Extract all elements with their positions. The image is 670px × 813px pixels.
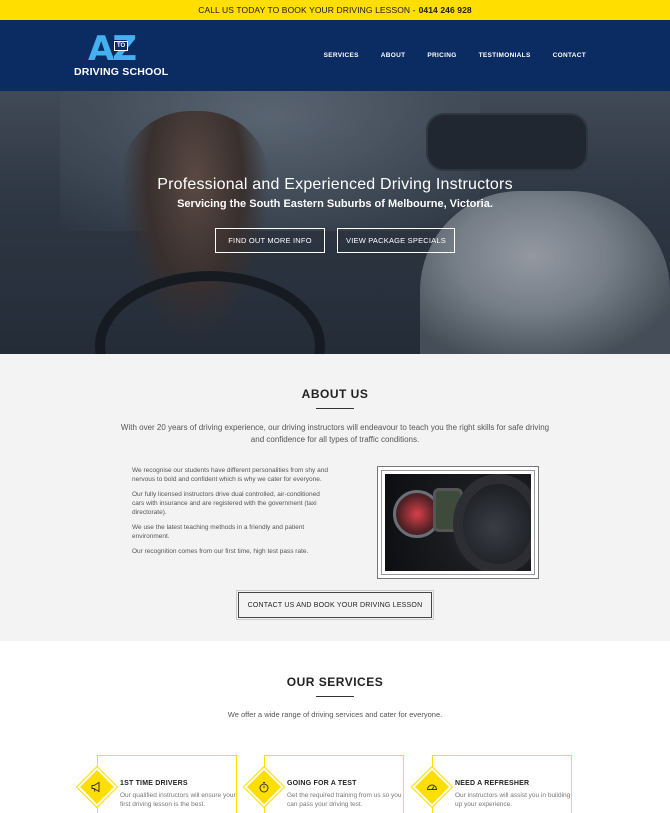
steering-wheel-image xyxy=(453,474,531,571)
hero-title: Professional and Experienced Driving Ins… xyxy=(157,176,513,193)
service-description: Our instructors will assist you in build… xyxy=(455,792,571,808)
hero-banner: Professional and Experienced Driving Ins… xyxy=(0,91,670,354)
service-card-first-time-drivers[interactable]: 1ST TIME DRIVERS Our qualified instructo… xyxy=(75,755,237,813)
view-package-specials-button[interactable]: VIEW PACKAGE SPECIALS xyxy=(337,228,455,253)
about-heading: ABOUT US xyxy=(301,387,369,401)
nav-menu: SERVICES ABOUT PRICING TESTIMONIALS CONT… xyxy=(324,20,586,91)
about-paragraph: We recognise our students have different… xyxy=(132,467,328,483)
service-card-need-refresher[interactable]: NEED A REFRESHER Our instructors will as… xyxy=(410,755,572,813)
hero-subtitle: Servicing the South Eastern Suburbs of M… xyxy=(177,198,493,210)
about-lead: With over 20 years of driving experience… xyxy=(120,423,550,444)
nav-contact[interactable]: CONTACT xyxy=(553,52,586,59)
service-description: Our qualified instructors will ensure yo… xyxy=(120,792,236,808)
services-section: OUR SERVICES We offer a wide range of dr… xyxy=(0,641,670,813)
about-divider xyxy=(316,408,354,409)
announcement-text: CALL US TODAY TO BOOK YOUR DRIVING LESSO… xyxy=(198,5,416,15)
services-heading: OUR SERVICES xyxy=(286,675,384,689)
nav-about[interactable]: ABOUT xyxy=(381,52,406,59)
phone-number-link[interactable]: 0414 246 928 xyxy=(419,5,472,15)
service-card-going-for-test[interactable]: GOING FOR A TEST Get the required traini… xyxy=(242,755,404,813)
megaphone-icon xyxy=(89,779,105,795)
service-title: 1ST TIME DRIVERS xyxy=(120,780,188,787)
logo-to-badge: TO xyxy=(114,41,129,51)
speedometer-icon xyxy=(424,779,440,795)
contact-book-lesson-button[interactable]: CONTACT US AND BOOK YOUR DRIVING LESSON xyxy=(236,590,434,620)
top-announcement-bar: CALL US TODAY TO BOOK YOUR DRIVING LESSO… xyxy=(0,0,670,20)
main-navigation: AZ TO DRIVING SCHOOL SERVICES ABOUT PRIC… xyxy=(0,20,670,91)
services-lead: We offer a wide range of driving service… xyxy=(227,710,443,719)
about-section: ABOUT US With over 20 years of driving e… xyxy=(0,354,670,641)
service-title: GOING FOR A TEST xyxy=(287,780,357,787)
services-divider xyxy=(316,696,354,697)
site-logo[interactable]: AZ TO DRIVING SCHOOL xyxy=(74,30,168,82)
about-paragraph: We use the latest teaching methods in a … xyxy=(132,524,305,540)
about-paragraphs: We recognise our students have different… xyxy=(132,466,332,562)
nav-pricing[interactable]: PRICING xyxy=(427,52,456,59)
find-out-more-button[interactable]: FIND OUT MORE INFO xyxy=(215,228,325,253)
stopwatch-icon xyxy=(256,779,272,795)
nav-testimonials[interactable]: TESTIMONIALS xyxy=(479,52,531,59)
about-paragraph: Our recognition comes from our first tim… xyxy=(132,548,309,555)
dashboard-photo-frame xyxy=(377,466,539,579)
nav-services[interactable]: SERVICES xyxy=(324,52,359,59)
hero-overlay xyxy=(0,91,670,354)
logo-text: DRIVING SCHOOL xyxy=(74,66,169,78)
about-paragraph: Our fully licensed instructors drive dua… xyxy=(132,491,320,516)
service-description: Get the required training from us so you… xyxy=(287,792,402,808)
service-title: NEED A REFRESHER xyxy=(455,780,530,787)
dashboard-photo xyxy=(385,474,531,571)
